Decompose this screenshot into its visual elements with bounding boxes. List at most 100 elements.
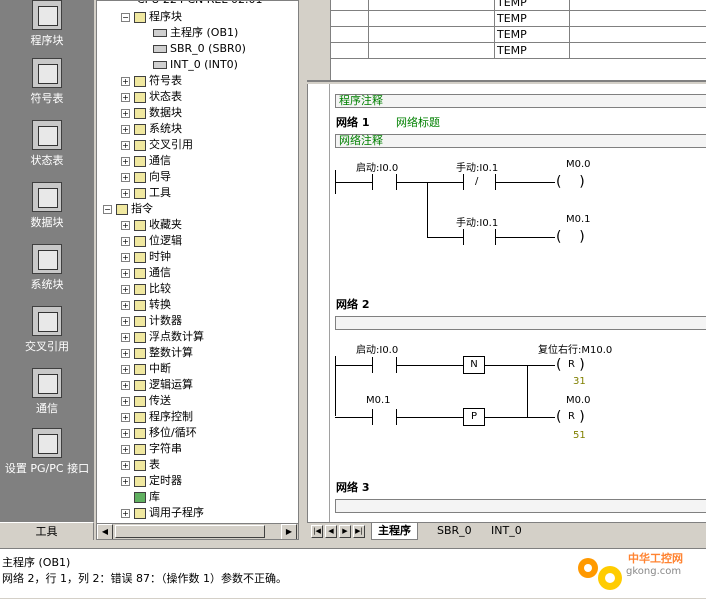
tree-item-sbr0[interactable]: SBR_0 (SBR0) [153, 41, 246, 57]
network-2-title[interactable]: 网络 2 [336, 296, 369, 312]
expand-icon[interactable]: + [121, 236, 130, 246]
collapse-icon[interactable]: − [121, 12, 130, 22]
tree-cpu-node[interactable]: CPU 224 CN REL 02.01 [137, 1, 262, 8]
table-row[interactable]: TEMP [307, 27, 706, 43]
ladder-editor[interactable]: 程序注释 网络 1 网络标题 网络注释 启动:I0.0 手动:I0.1 M0.0… [307, 84, 706, 522]
tree-counter[interactable]: + 计数器 [121, 313, 182, 329]
network-1-comment[interactable]: 网络注释 [335, 134, 706, 148]
table-row[interactable]: TEMP [307, 0, 706, 11]
tree-program-block[interactable]: − 程序块 [121, 9, 182, 25]
tree-clock[interactable]: + 时钟 [121, 249, 171, 265]
expand-icon[interactable]: + [121, 428, 130, 438]
tree-interrupt[interactable]: + 中断 [121, 361, 171, 377]
tree-compare[interactable]: + 比较 [121, 281, 171, 297]
tree-timer[interactable]: + 定时器 [121, 473, 182, 489]
expand-icon[interactable]: + [121, 508, 130, 518]
tree-horizontal-scrollbar[interactable]: ◀ ▶ [97, 523, 298, 539]
tree-program-control[interactable]: + 程序控制 [121, 409, 193, 425]
tree-integer-math[interactable]: + 整数计算 [121, 345, 193, 361]
network-1-name[interactable]: 网络标题 [396, 114, 440, 130]
first-tab-icon[interactable]: |◀ [311, 525, 323, 538]
scroll-thumb[interactable] [115, 525, 265, 538]
expand-icon[interactable]: + [121, 268, 130, 278]
expand-icon[interactable]: + [121, 188, 130, 198]
expand-icon[interactable]: + [121, 332, 130, 342]
expand-icon[interactable]: + [121, 124, 130, 134]
program-comment[interactable]: 程序注释 [335, 94, 706, 108]
expand-icon[interactable]: + [121, 252, 130, 262]
expand-icon[interactable]: + [121, 380, 130, 390]
nav-program-block[interactable]: 程序块 [0, 0, 94, 48]
tree-shift-rotate[interactable]: + 移位/循环 [121, 425, 197, 441]
var-type-cell[interactable]: TEMP [495, 11, 570, 27]
tree-bit-logic[interactable]: + 位逻辑 [121, 233, 182, 249]
var-type-cell[interactable]: TEMP [495, 43, 570, 59]
tree-cross-reference[interactable]: + 交叉引用 [121, 137, 193, 153]
nav-communication[interactable]: 通信 [0, 368, 94, 416]
expand-icon[interactable]: + [121, 348, 130, 358]
expand-icon[interactable]: + [121, 172, 130, 182]
expand-icon[interactable]: + [121, 412, 130, 422]
nav-pgpc-interface[interactable]: 设置 PG/PC 接口 [0, 428, 94, 476]
tree-float-math[interactable]: + 浮点数计算 [121, 329, 204, 345]
prev-tab-icon[interactable]: ◀ [325, 525, 337, 538]
nav-status-table[interactable]: 状态表 [0, 120, 94, 168]
tree-item-ob1[interactable]: 主程序 (OB1) [153, 25, 238, 41]
nav-symbol-table[interactable]: 符号表 [0, 58, 94, 106]
output-line-2[interactable]: 网络 2，行 1，列 2：错误 87：（操作数 1）参数不正确。 [2, 570, 287, 586]
tree-item-int0[interactable]: INT_0 (INT0) [153, 57, 238, 73]
tab-int0[interactable]: INT_0 [485, 523, 528, 540]
tree-tools[interactable]: + 工具 [121, 185, 171, 201]
expand-icon[interactable]: + [121, 284, 130, 294]
tree-convert[interactable]: + 转换 [121, 297, 171, 313]
expand-icon[interactable]: + [121, 76, 130, 86]
tree-wizard[interactable]: + 向导 [121, 169, 171, 185]
expand-icon[interactable]: + [121, 460, 130, 470]
tree-instructions[interactable]: − 指令 [103, 201, 153, 217]
output-line-1[interactable]: 主程序 (OB1) [2, 554, 70, 570]
nav-tools-button[interactable]: 工具 [0, 522, 94, 540]
tab-main-program[interactable]: 主程序 [371, 523, 418, 540]
network-1-title[interactable]: 网络 1 [336, 114, 369, 130]
collapse-icon[interactable]: − [103, 204, 112, 214]
expand-icon[interactable]: + [121, 364, 130, 374]
var-type-cell[interactable]: TEMP [495, 27, 570, 43]
var-type-cell[interactable]: TEMP [495, 0, 570, 11]
table-row[interactable]: TEMP [307, 11, 706, 27]
expand-icon[interactable]: + [121, 156, 130, 166]
tree-favorites[interactable]: + 收藏夹 [121, 217, 182, 233]
tree-instr-communication[interactable]: + 通信 [121, 265, 171, 281]
tree-call-subroutine[interactable]: + 调用子程序 [121, 505, 204, 521]
tab-sbr0[interactable]: SBR_0 [431, 523, 478, 540]
last-tab-icon[interactable]: ▶| [353, 525, 365, 538]
expand-icon[interactable]: + [121, 92, 130, 102]
expand-icon[interactable]: + [121, 476, 130, 486]
expand-icon[interactable]: + [121, 140, 130, 150]
scroll-right-icon[interactable]: ▶ [281, 524, 297, 539]
expand-icon[interactable]: + [121, 444, 130, 454]
expand-icon[interactable]: + [121, 316, 130, 326]
expand-icon[interactable]: + [121, 300, 130, 310]
tree-string[interactable]: + 字符串 [121, 441, 182, 457]
tree-logic-ops[interactable]: + 逻辑运算 [121, 377, 193, 393]
expand-icon[interactable]: + [121, 396, 130, 406]
tree-move[interactable]: + 传送 [121, 393, 171, 409]
tree-library[interactable]: 库 [134, 489, 160, 505]
tree-system-block[interactable]: + 系统块 [121, 121, 182, 137]
tree-symbol-table[interactable]: + 符号表 [121, 73, 182, 89]
scroll-left-icon[interactable]: ◀ [97, 524, 113, 539]
tree-table[interactable]: + 表 [121, 457, 160, 473]
table-row[interactable]: TEMP [307, 43, 706, 59]
nav-system-block[interactable]: 系统块 [0, 244, 94, 292]
tree-data-block[interactable]: + 数据块 [121, 105, 182, 121]
tree-communication[interactable]: + 通信 [121, 153, 171, 169]
network-3-comment[interactable] [335, 499, 706, 513]
network-3-title[interactable]: 网络 3 [336, 479, 369, 495]
expand-icon[interactable]: + [121, 108, 130, 118]
nav-cross-reference[interactable]: 交叉引用 [0, 306, 94, 354]
nav-data-block[interactable]: 数据块 [0, 182, 94, 230]
expand-icon[interactable]: + [121, 220, 130, 230]
network-2-comment[interactable] [335, 316, 706, 330]
next-tab-icon[interactable]: ▶ [339, 525, 351, 538]
tree-status-table[interactable]: + 状态表 [121, 89, 182, 105]
